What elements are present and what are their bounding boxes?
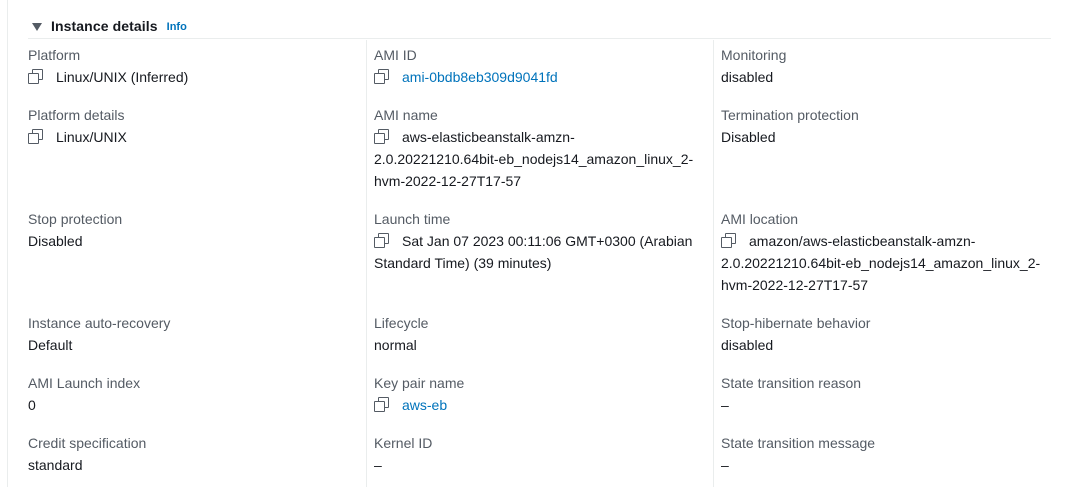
field-label: Termination protection (721, 107, 859, 123)
key-pair-link[interactable]: aws-eb (402, 394, 447, 416)
field-credit-specification: Credit specification standard (28, 432, 146, 476)
field-label: Platform (28, 47, 81, 63)
ami-location-line: hvm-2022-12-27T17-57 (721, 277, 869, 293)
copy-icon[interactable] (28, 69, 44, 85)
field-value: Linux/UNIX (56, 129, 127, 145)
copy-icon[interactable] (374, 129, 390, 145)
copy-icon[interactable] (374, 233, 390, 249)
field-stop-protection: Stop protection Disabled (28, 208, 122, 252)
ami-name-line: aws-elasticbeanstalk-amzn- (402, 129, 575, 145)
field-label: AMI name (374, 107, 438, 123)
field-label: Kernel ID (374, 435, 433, 451)
ami-id-link[interactable]: ami-0bdb8eb309d9041fd (402, 66, 558, 88)
instance-details-panel: Instance details Info Platform Linux/UNI… (7, 0, 1071, 487)
field-value-row: Linux/UNIX (28, 126, 127, 148)
section-title: Instance details (51, 18, 158, 34)
copy-icon[interactable] (374, 397, 390, 413)
field-label: State transition message (721, 435, 876, 451)
field-value: Disabled (28, 233, 83, 249)
field-value: Disabled (721, 129, 776, 145)
ami-location-line: 2.0.20221210.64bit-eb_nodejs14_amazon_li… (721, 255, 1041, 271)
ami-location-line: amazon/aws-elasticbeanstalk-amzn- (749, 233, 976, 249)
field-label: AMI Launch index (28, 375, 141, 391)
column-divider (713, 40, 714, 487)
field-label: State transition reason (721, 375, 862, 391)
field-ami-name: AMI name aws-elasticbeanstalk-amzn- 2.0.… (374, 104, 708, 192)
field-label: Launch time (374, 211, 451, 227)
field-launch-time: Launch time Sat Jan 07 2023 00:11:06 GMT… (374, 208, 708, 274)
field-platform: Platform Linux/UNIX (Inferred) (28, 44, 188, 88)
field-label: Credit specification (28, 435, 147, 451)
ami-name-line: 2.0.20221210.64bit-eb_nodejs14_amazon_li… (374, 151, 694, 167)
field-label: AMI location (721, 211, 799, 227)
field-value-row: ami-0bdb8eb309d9041fd (374, 66, 558, 88)
field-value: normal (374, 337, 417, 353)
field-label: Stop protection (28, 211, 123, 227)
field-label: AMI ID (374, 47, 417, 63)
field-label: Lifecycle (374, 315, 429, 331)
field-value: Linux/UNIX (Inferred) (56, 69, 189, 85)
copy-icon[interactable] (721, 233, 737, 249)
field-value: aws-elasticbeanstalk-amzn- 2.0.20221210.… (374, 126, 708, 192)
info-link[interactable]: Info (167, 21, 187, 33)
ami-name-line: hvm-2022-12-27T17-57 (374, 173, 522, 189)
field-value: disabled (721, 69, 774, 85)
field-value: – (721, 397, 729, 413)
field-ami-id: AMI ID ami-0bdb8eb309d9041fd (374, 44, 558, 88)
field-value: disabled (721, 337, 774, 353)
field-lifecycle: Lifecycle normal (374, 312, 428, 356)
field-label: Platform details (28, 107, 125, 123)
field-monitoring: Monitoring disabled (721, 44, 786, 88)
field-label: Stop-hibernate behavior (721, 315, 871, 331)
field-value: amazon/aws-elasticbeanstalk-amzn- 2.0.20… (721, 230, 1061, 296)
field-state-transition-message: State transition message – (721, 432, 875, 476)
field-ami-launch-index: AMI Launch index 0 (28, 372, 140, 416)
field-value-row: Linux/UNIX (Inferred) (28, 66, 188, 88)
field-stop-hibernate-behavior: Stop-hibernate behavior disabled (721, 312, 870, 356)
field-value: Sat Jan 07 2023 00:11:06 GMT+0300 (Arabi… (374, 230, 708, 274)
copy-icon[interactable] (28, 129, 44, 145)
launch-time-line: Sat Jan 07 2023 00:11:06 GMT+0300 (Arabi… (402, 233, 693, 249)
field-value: – (374, 457, 382, 473)
field-ami-location: AMI location amazon/aws-elasticbeanstalk… (721, 208, 1061, 296)
field-termination-protection: Termination protection Disabled (721, 104, 859, 148)
field-label: Instance auto-recovery (28, 315, 171, 331)
field-label: Key pair name (374, 375, 465, 391)
field-value: standard (28, 457, 83, 473)
column-divider (366, 40, 367, 487)
field-value: – (721, 457, 729, 473)
field-value-row: aws-eb (374, 394, 464, 416)
field-key-pair-name: Key pair name aws-eb (374, 372, 464, 416)
field-instance-auto-recovery: Instance auto-recovery Default (28, 312, 170, 356)
caret-down-icon[interactable] (32, 22, 42, 31)
field-value: 0 (28, 397, 36, 413)
launch-time-line: Standard Time) (39 minutes) (374, 255, 552, 271)
copy-icon[interactable] (374, 69, 390, 85)
field-state-transition-reason: State transition reason – (721, 372, 861, 416)
field-label: Monitoring (721, 47, 787, 63)
field-kernel-id: Kernel ID – (374, 432, 432, 476)
field-value: Default (28, 337, 73, 353)
section-header: Instance details Info (32, 16, 187, 36)
field-platform-details: Platform details Linux/UNIX (28, 104, 127, 148)
header-divider (28, 38, 1051, 39)
